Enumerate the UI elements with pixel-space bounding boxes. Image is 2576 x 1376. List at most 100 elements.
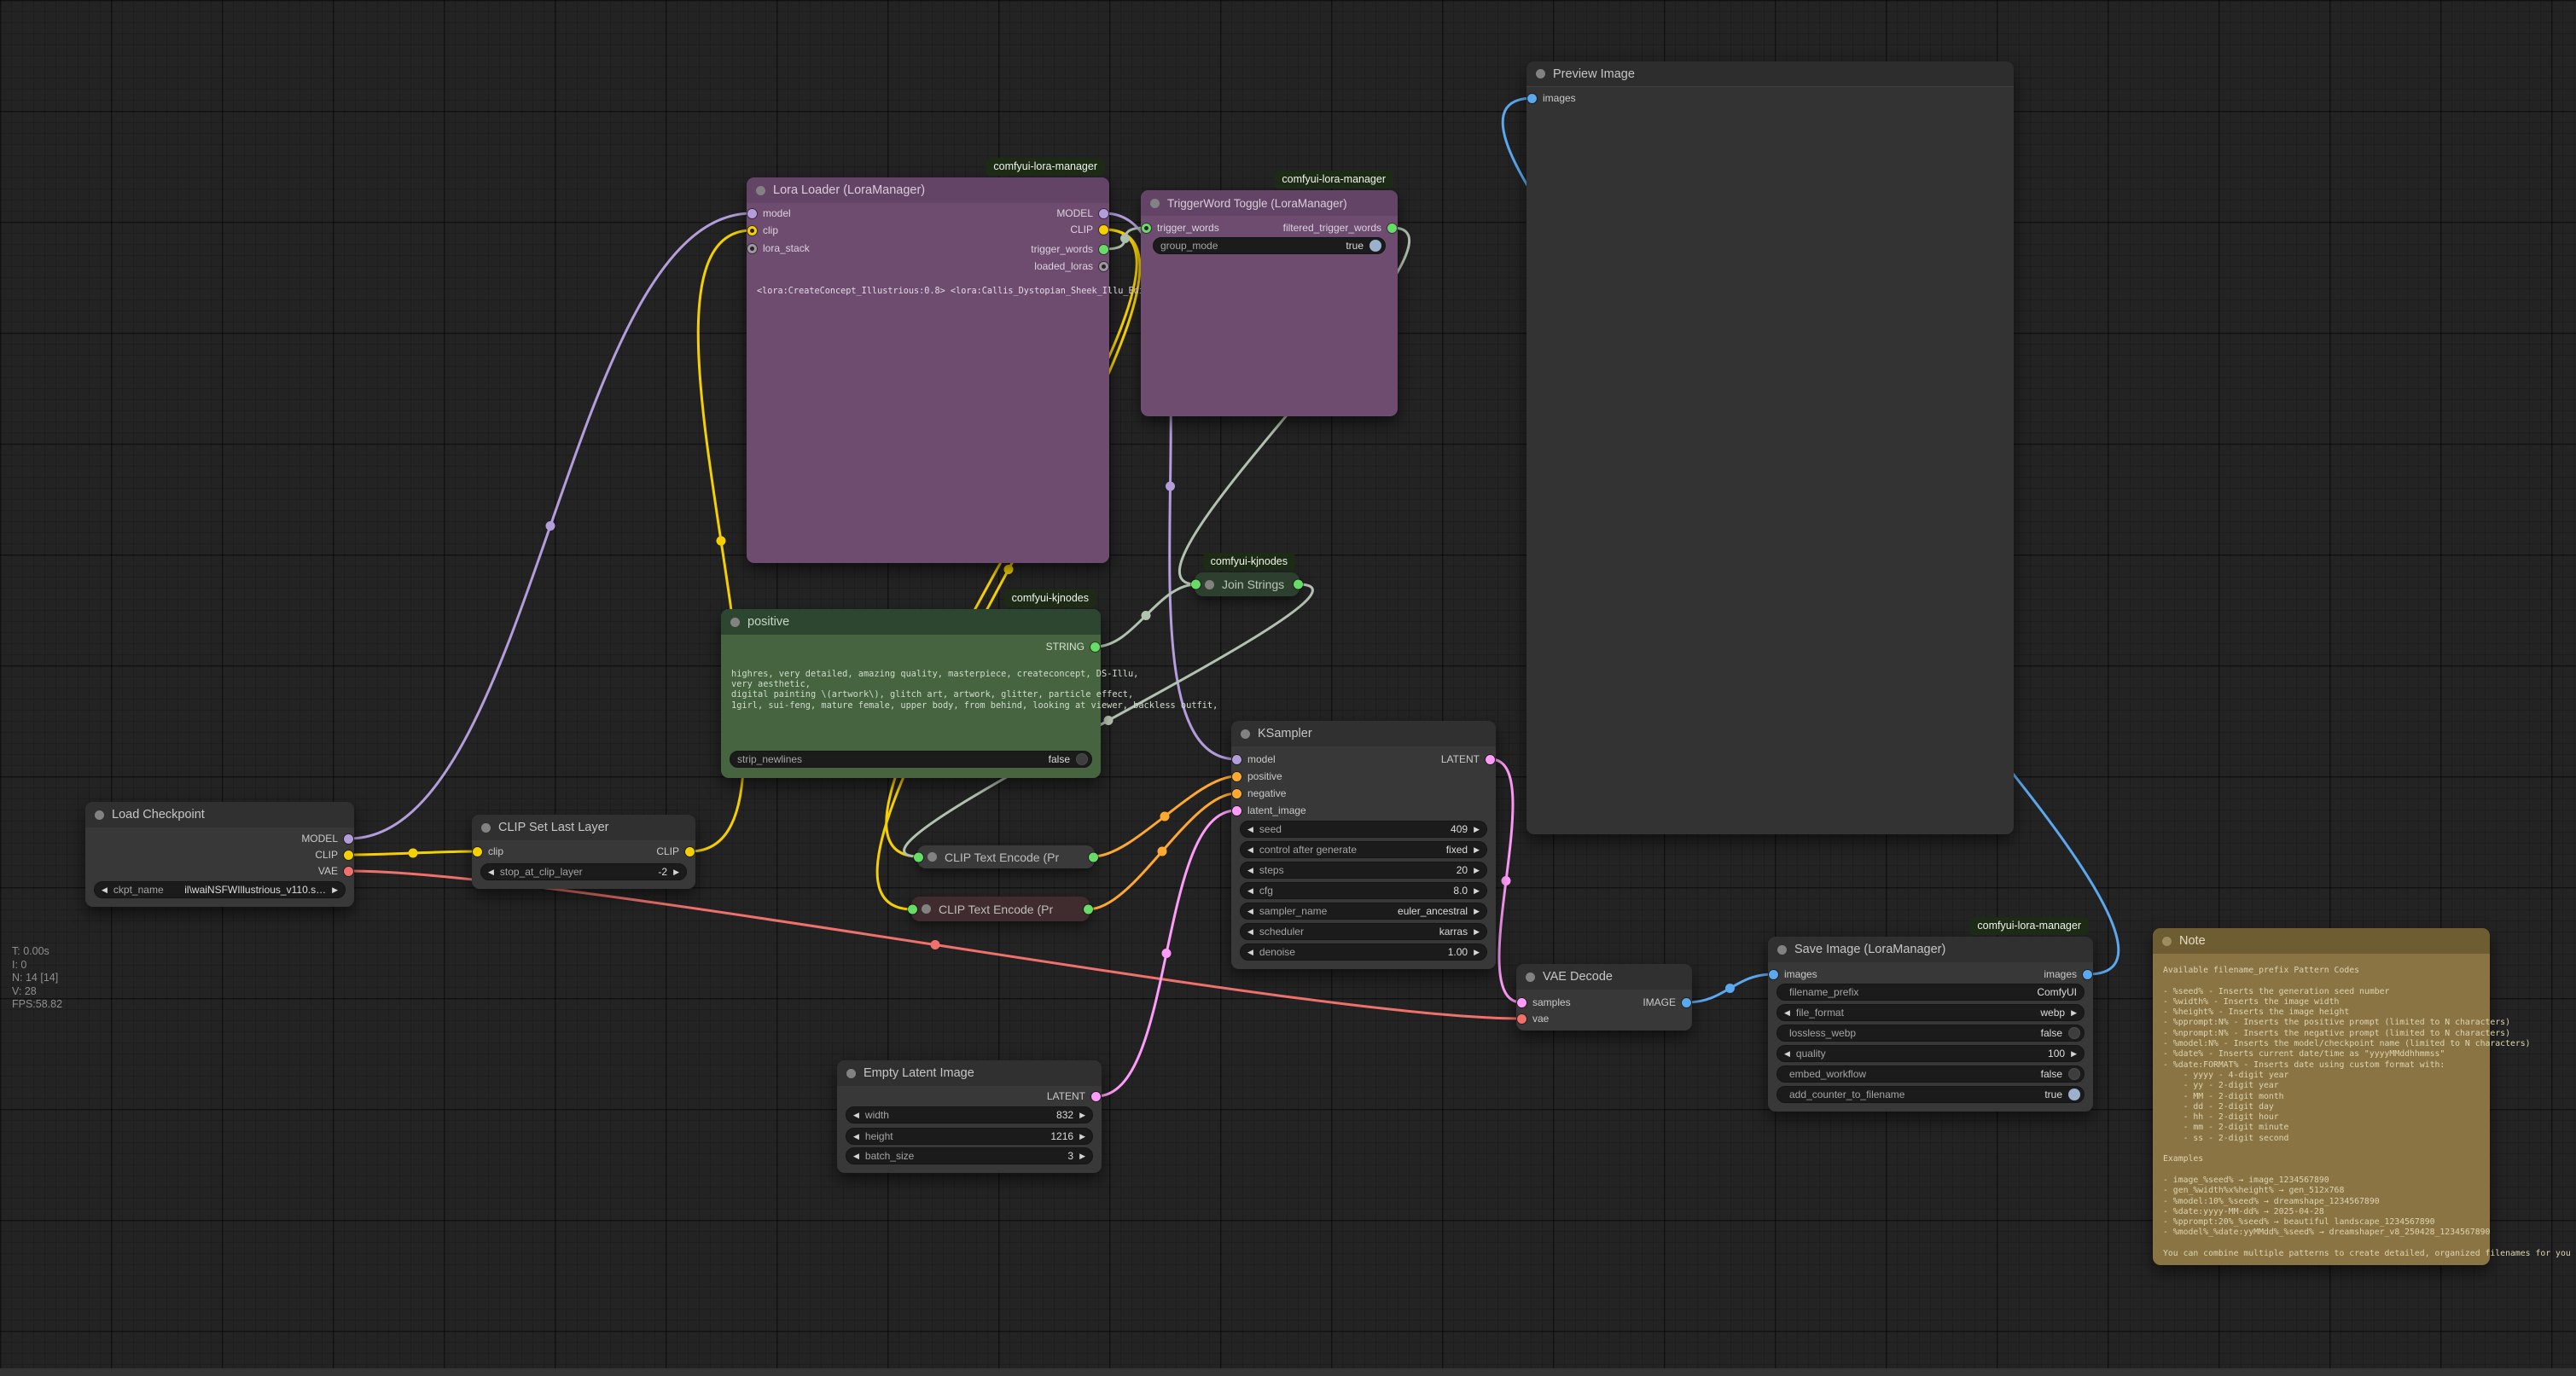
input-port-clip[interactable]: clip bbox=[473, 845, 503, 857]
collapse-dot[interactable] bbox=[1777, 945, 1787, 955]
next-arrow-icon[interactable]: ▶ bbox=[1474, 887, 1480, 895]
next-arrow-icon[interactable]: ▶ bbox=[1079, 1133, 1085, 1141]
node-clip-text-encode-negative[interactable]: CLIP Text Encode (Pr bbox=[911, 897, 1090, 921]
input-port-lora-stack[interactable]: lora_stack bbox=[747, 242, 810, 254]
output-port-clip[interactable]: CLIP bbox=[315, 849, 353, 861]
input-port-model[interactable]: model bbox=[747, 207, 791, 219]
collapsed-output-dot[interactable] bbox=[1089, 852, 1098, 862]
collapse-dot[interactable] bbox=[481, 823, 491, 833]
collapse-dot[interactable] bbox=[756, 186, 765, 195]
prev-arrow-icon[interactable]: ◀ bbox=[1247, 867, 1253, 874]
collapsed-input-dot[interactable] bbox=[914, 852, 923, 862]
collapse-dot[interactable] bbox=[730, 618, 740, 627]
node-vae-decode[interactable]: VAE Decode samples vae IMAGE bbox=[1516, 964, 1692, 1031]
input-port-vae[interactable]: vae bbox=[1517, 1013, 1549, 1025]
input-port-model[interactable]: model bbox=[1232, 753, 1276, 765]
prev-arrow-icon[interactable]: ◀ bbox=[1247, 846, 1253, 854]
prev-arrow-icon[interactable]: ◀ bbox=[1784, 1050, 1790, 1058]
seed-widget[interactable]: ◀ seed 409 ▶ bbox=[1240, 821, 1487, 838]
output-port-clip[interactable]: CLIP bbox=[1070, 224, 1108, 235]
toggle-on-indicator[interactable] bbox=[2068, 1089, 2080, 1100]
group-mode-widget[interactable]: group_mode true bbox=[1153, 237, 1386, 254]
sampler-name-widget[interactable]: ◀ sampler_name euler_ancestral ▶ bbox=[1240, 903, 1487, 920]
output-port-loaded-loras[interactable]: loaded_loras bbox=[1034, 260, 1108, 272]
node-ksampler[interactable]: KSampler model positive negative latent_… bbox=[1231, 721, 1496, 969]
toggle-on-indicator[interactable] bbox=[1369, 240, 1381, 252]
prev-arrow-icon[interactable]: ◀ bbox=[1247, 949, 1253, 956]
output-port-model[interactable]: MODEL bbox=[1056, 207, 1108, 219]
node-lora-loader[interactable]: comfyui-lora-manager Lora Loader (LoraMa… bbox=[747, 177, 1109, 563]
collapse-dot[interactable] bbox=[1526, 972, 1535, 982]
node-header[interactable]: VAE Decode bbox=[1516, 964, 1692, 990]
node-header[interactable]: Load Checkpoint bbox=[85, 802, 354, 827]
node-note[interactable]: Note Available filename_prefix Pattern C… bbox=[2153, 928, 2490, 1265]
node-empty-latent-image[interactable]: Empty Latent Image LATENT ◀ width 832 ▶ … bbox=[837, 1060, 1102, 1173]
collapse-dot[interactable] bbox=[1150, 199, 1160, 208]
prev-arrow-icon[interactable]: ◀ bbox=[1784, 1009, 1790, 1017]
note-text[interactable]: Available filename_prefix Pattern Codes … bbox=[2163, 966, 2571, 1259]
denoise-widget[interactable]: ◀ denoise 1.00 ▶ bbox=[1240, 943, 1487, 961]
node-header[interactable]: KSampler bbox=[1231, 721, 1496, 746]
node-header[interactable]: positive bbox=[721, 609, 1101, 635]
node-join-strings[interactable]: comfyui-kjnodes Join Strings bbox=[1195, 572, 1300, 596]
next-arrow-icon[interactable]: ▶ bbox=[2071, 1050, 2077, 1058]
input-port-images[interactable]: images bbox=[1769, 968, 1817, 980]
width-widget[interactable]: ◀ width 832 ▶ bbox=[846, 1106, 1093, 1123]
stop-at-clip-layer-widget[interactable]: ◀ stop_at_clip_layer -2 ▶ bbox=[480, 863, 687, 880]
output-port-trigger-words[interactable]: trigger_words bbox=[1031, 243, 1108, 255]
output-port-clip[interactable]: CLIP bbox=[656, 845, 695, 857]
node-header[interactable]: Note bbox=[2153, 928, 2490, 954]
next-arrow-icon[interactable]: ▶ bbox=[1474, 949, 1480, 956]
output-port-latent[interactable]: LATENT bbox=[1441, 753, 1495, 765]
batch-size-widget[interactable]: ◀ batch_size 3 ▶ bbox=[846, 1147, 1093, 1164]
next-arrow-icon[interactable]: ▶ bbox=[1474, 826, 1480, 833]
node-load-checkpoint[interactable]: Load Checkpoint MODEL CLIP VAE ◀ ckpt_na… bbox=[85, 802, 354, 907]
prev-arrow-icon[interactable]: ◀ bbox=[1247, 908, 1253, 915]
next-arrow-icon[interactable]: ▶ bbox=[332, 886, 338, 894]
strip-newlines-widget[interactable]: strip_newlines false bbox=[730, 751, 1092, 768]
steps-widget[interactable]: ◀ steps 20 ▶ bbox=[1240, 862, 1487, 879]
input-port-clip[interactable]: clip bbox=[747, 224, 778, 236]
node-header[interactable]: Lora Loader (LoraManager) bbox=[747, 177, 1109, 203]
toggle-off-indicator[interactable] bbox=[2068, 1068, 2080, 1080]
next-arrow-icon[interactable]: ▶ bbox=[1079, 1152, 1085, 1160]
node-preview-image[interactable]: Preview Image images bbox=[1526, 61, 2014, 834]
prev-arrow-icon[interactable]: ◀ bbox=[488, 868, 494, 876]
prev-arrow-icon[interactable]: ◀ bbox=[1247, 826, 1253, 833]
input-port-samples[interactable]: samples bbox=[1517, 996, 1571, 1008]
node-triggerword-toggle[interactable]: comfyui-lora-manager TriggerWord Toggle … bbox=[1141, 190, 1398, 416]
next-arrow-icon[interactable]: ▶ bbox=[2071, 1009, 2077, 1017]
node-clip-set-last-layer[interactable]: CLIP Set Last Layer clip CLIP ◀ stop_at_… bbox=[472, 815, 695, 889]
input-port-images[interactable]: images bbox=[1527, 92, 1576, 104]
collapsed-output-dot[interactable] bbox=[1294, 580, 1303, 589]
node-graph-canvas[interactable]: T: 0.00s I: 0 N: 14 [14] V: 28 FPS:58.82… bbox=[0, 0, 2576, 1376]
node-header[interactable]: Preview Image bbox=[1526, 61, 2014, 87]
node-header[interactable]: TriggerWord Toggle (LoraManager) bbox=[1141, 190, 1398, 216]
next-arrow-icon[interactable]: ▶ bbox=[673, 868, 679, 876]
node-header[interactable]: Save Image (LoraManager) bbox=[1768, 937, 2093, 962]
collapsed-output-dot[interactable] bbox=[1084, 904, 1093, 914]
next-arrow-icon[interactable]: ▶ bbox=[1474, 867, 1480, 874]
collapse-dot[interactable] bbox=[922, 904, 931, 914]
collapse-dot[interactable] bbox=[846, 1069, 856, 1078]
quality-widget[interactable]: ◀ quality 100 ▶ bbox=[1776, 1045, 2085, 1062]
cfg-widget[interactable]: ◀ cfg 8.0 ▶ bbox=[1240, 882, 1487, 899]
output-port-model[interactable]: MODEL bbox=[301, 833, 353, 845]
add-counter-to-filename-widget[interactable]: add_counter_to_filename true bbox=[1776, 1086, 2085, 1103]
filename-prefix-widget[interactable]: filename_prefix ComfyUI bbox=[1776, 984, 2085, 1001]
collapse-dot[interactable] bbox=[1536, 69, 1545, 78]
output-port-string[interactable]: STRING bbox=[1046, 641, 1100, 653]
collapse-dot[interactable] bbox=[2162, 937, 2172, 946]
output-port-image[interactable]: IMAGE bbox=[1643, 996, 1691, 1008]
collapse-dot[interactable] bbox=[927, 852, 937, 862]
lossless-webp-widget[interactable]: lossless_webp false bbox=[1776, 1025, 2085, 1042]
node-header[interactable]: Empty Latent Image bbox=[837, 1060, 1102, 1086]
output-port-vae[interactable]: VAE bbox=[318, 865, 353, 877]
prev-arrow-icon[interactable]: ◀ bbox=[102, 886, 108, 894]
output-port-filtered-trigger-words[interactable]: filtered_trigger_words bbox=[1283, 222, 1397, 234]
embed-workflow-widget[interactable]: embed_workflow false bbox=[1776, 1065, 2085, 1083]
output-port-latent[interactable]: LATENT bbox=[1047, 1090, 1101, 1102]
scheduler-widget[interactable]: ◀ scheduler karras ▶ bbox=[1240, 923, 1487, 940]
file-format-widget[interactable]: ◀ file_format webp ▶ bbox=[1776, 1004, 2085, 1021]
input-port-trigger-words[interactable]: trigger_words bbox=[1142, 222, 1219, 234]
